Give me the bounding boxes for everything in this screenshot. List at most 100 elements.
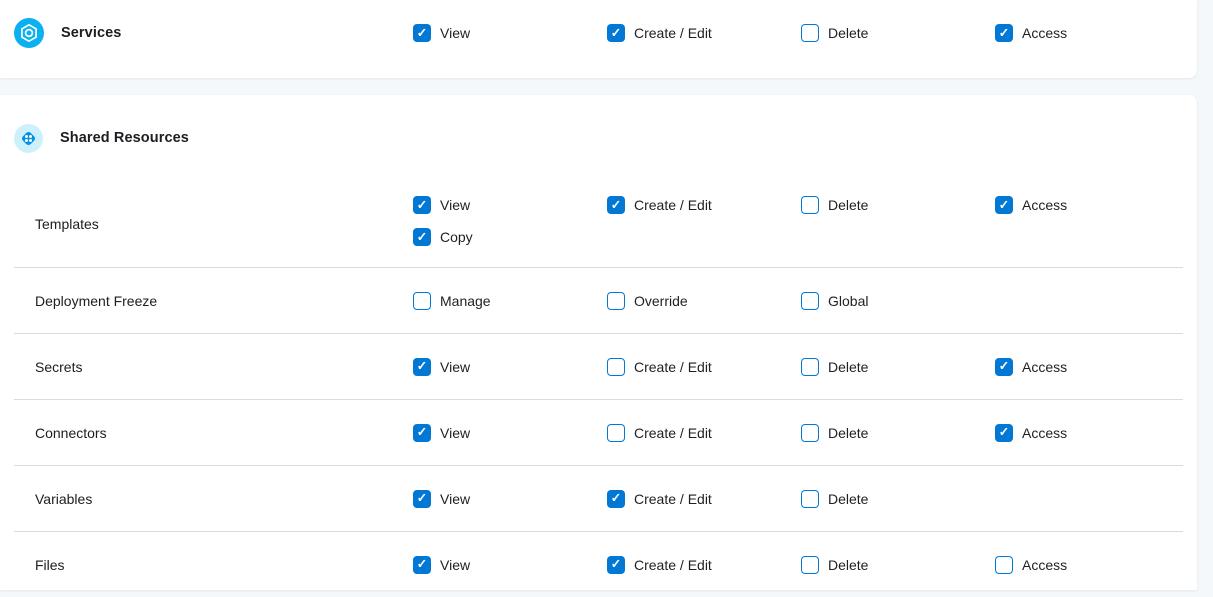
permission-label-delete: Delete (828, 425, 868, 441)
unchecked-checkbox-global[interactable] (801, 292, 819, 310)
checked-checkbox-copy[interactable]: ✓ (413, 228, 431, 246)
permission-view[interactable]: ✓ View (413, 556, 607, 574)
permission-label-access: Access (1022, 425, 1067, 441)
resource-row-files: Files✓View✓Create / EditDeleteAccess (0, 532, 1197, 597)
shared-resources-icon (14, 124, 43, 153)
permission-label-view: View (440, 25, 470, 41)
checked-checkbox-access[interactable]: ✓ (995, 24, 1013, 42)
services-permissions: ✓ View ✓Create / Edit Delete ✓Access (413, 24, 1189, 42)
checked-checkbox-access[interactable]: ✓ (995, 196, 1013, 214)
unchecked-checkbox-manage[interactable] (413, 292, 431, 310)
checked-checkbox-create-edit[interactable]: ✓ (607, 490, 625, 508)
permission-column: Delete (801, 424, 995, 442)
unchecked-checkbox-override[interactable] (607, 292, 625, 310)
permission-access[interactable]: ✓Access (995, 358, 1189, 376)
services-section-card: Services ✓ View ✓Create / Edit Delete ✓Acces… (0, 0, 1197, 78)
checked-checkbox-view[interactable]: ✓ (413, 490, 431, 508)
permission-label-delete: Delete (828, 491, 868, 507)
checked-checkbox-view[interactable]: ✓ (413, 24, 431, 42)
resource-row-secrets: Secrets✓ViewCreate / Edit Delete ✓Access (0, 334, 1197, 399)
permission-create-edit[interactable]: ✓Create / Edit (607, 24, 801, 42)
checked-checkbox-view[interactable]: ✓ (413, 556, 431, 574)
unchecked-checkbox-delete[interactable] (801, 424, 819, 442)
shared-resources-header: Shared Resources (0, 95, 1197, 152)
checked-checkbox-view[interactable]: ✓ (413, 424, 431, 442)
resource-label-connectors: Connectors (0, 425, 413, 441)
checked-checkbox-view[interactable]: ✓ (413, 358, 431, 376)
unchecked-checkbox-access[interactable] (995, 556, 1013, 574)
permission-override[interactable]: Override (607, 292, 801, 310)
permission-column: ✓ View (413, 556, 607, 574)
checked-checkbox-view[interactable]: ✓ (413, 196, 431, 214)
permission-column: Delete (801, 180, 995, 214)
permission-view[interactable]: ✓ View (413, 424, 607, 442)
permission-access[interactable]: ✓ Access (995, 424, 1189, 442)
permission-create-edit[interactable]: ✓Create / Edit (607, 196, 801, 214)
resource-row-templates: Templates✓View✓Copy✓Create / EditDelete✓… (0, 180, 1197, 267)
permission-access[interactable]: ✓Access (995, 24, 1189, 42)
permission-label-create-edit: Create / Edit (634, 557, 712, 573)
permission-create-edit[interactable]: ✓ Create / Edit (607, 556, 801, 574)
permission-delete[interactable]: Delete (801, 556, 995, 574)
permission-column: ✓ Access (995, 180, 1189, 214)
permission-column: Global (801, 292, 995, 310)
permission-column: ✓Create / Edit (607, 24, 801, 42)
permission-manage[interactable]: Manage (413, 292, 607, 310)
permission-column: ✓ Create / Edit (607, 556, 801, 574)
permission-label-delete: Delete (828, 557, 868, 573)
checked-checkbox-create-edit[interactable]: ✓ (607, 196, 625, 214)
permission-view[interactable]: ✓View (413, 358, 607, 376)
permission-label-view: View (440, 425, 470, 441)
resource-label-deployment-freeze: Deployment Freeze (0, 293, 413, 309)
permission-label-create-edit: Create / Edit (634, 491, 712, 507)
permission-label-view: View (440, 491, 470, 507)
permission-label-delete: Delete (828, 25, 868, 41)
services-icon (14, 18, 44, 48)
unchecked-checkbox-delete[interactable] (801, 24, 819, 42)
permission-delete[interactable]: Delete (801, 358, 995, 376)
resource-label-secrets: Secrets (0, 359, 413, 375)
section-title-services: Services (61, 25, 121, 41)
permission-column: Delete (801, 24, 995, 42)
permission-delete[interactable]: Delete (801, 490, 995, 508)
permission-label-delete: Delete (828, 359, 868, 375)
shared-resources-section-card: Shared Resources Templates✓View✓Copy✓Cre… (0, 95, 1197, 590)
permission-label-view: View (440, 557, 470, 573)
section-title-shared-resources: Shared Resources (60, 130, 189, 146)
permission-delete[interactable]: Delete (801, 424, 995, 442)
permission-view[interactable]: ✓ View (413, 24, 607, 42)
resource-label-files: Files (0, 557, 413, 573)
permission-copy[interactable]: ✓ Copy (413, 228, 607, 246)
checked-checkbox-create-edit[interactable]: ✓ (607, 24, 625, 42)
permission-rows: Templates✓View✓Copy✓Create / EditDelete✓… (0, 180, 1197, 597)
unchecked-checkbox-create-edit[interactable] (607, 424, 625, 442)
permission-create-edit[interactable]: Create / Edit (607, 424, 801, 442)
resource-row-variables: Variables✓View✓Create / EditDelete (0, 466, 1197, 531)
permission-delete[interactable]: Delete (801, 196, 995, 214)
permission-access[interactable]: ✓ Access (995, 196, 1189, 214)
resource-row-connectors: Connectors✓ViewCreate / EditDelete✓Acces… (0, 400, 1197, 465)
checked-checkbox-access[interactable]: ✓ (995, 358, 1013, 376)
permission-create-edit[interactable]: ✓ Create / Edit (607, 490, 801, 508)
permission-global[interactable]: Global (801, 292, 995, 310)
permission-view[interactable]: ✓ View (413, 490, 607, 508)
permission-column: Create / Edit (607, 424, 801, 442)
unchecked-checkbox-delete[interactable] (801, 556, 819, 574)
permission-label-access: Access (1022, 197, 1067, 213)
checked-checkbox-access[interactable]: ✓ (995, 424, 1013, 442)
permission-label-copy: Copy (440, 229, 473, 245)
unchecked-checkbox-delete[interactable] (801, 490, 819, 508)
checked-checkbox-create-edit[interactable]: ✓ (607, 556, 625, 574)
unchecked-checkbox-delete[interactable] (801, 358, 819, 376)
permission-label-delete: Delete (828, 197, 868, 213)
permission-view[interactable]: ✓View (413, 196, 607, 214)
permission-column: ✓Access (995, 24, 1189, 42)
permission-create-edit[interactable]: Create / Edit (607, 358, 801, 376)
permission-column: ✓ Create / Edit (607, 490, 801, 508)
unchecked-checkbox-create-edit[interactable] (607, 358, 625, 376)
permission-access[interactable]: Access (995, 556, 1189, 574)
permission-label-global: Global (828, 293, 868, 309)
unchecked-checkbox-delete[interactable] (801, 196, 819, 214)
permission-column: ✓ View (413, 490, 607, 508)
permission-delete[interactable]: Delete (801, 24, 995, 42)
